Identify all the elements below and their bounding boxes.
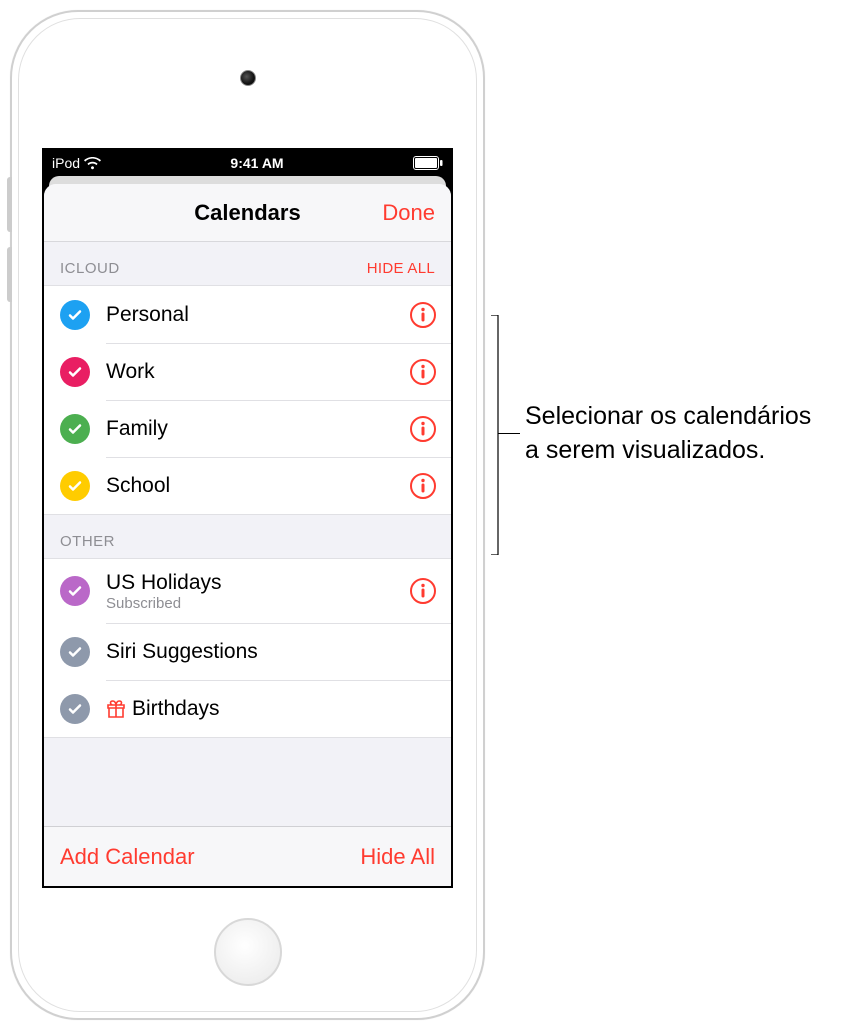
battery-icon [413, 156, 443, 170]
checkmark-badge [60, 414, 90, 444]
bottom-toolbar: Add Calendar Hide All [44, 826, 451, 886]
volume-up-button[interactable] [7, 177, 12, 232]
calendar-label: Siri Suggestions [106, 639, 437, 664]
checkmark-badge [60, 694, 90, 724]
annotation-line1: Selecionar os calendários [525, 400, 811, 434]
calendar-sublabel: Subscribed [106, 595, 409, 612]
status-bar: iPod 9:41 AM [44, 150, 451, 176]
other-section-header: OTHER [44, 515, 451, 558]
hide-all-icloud-button[interactable]: HIDE ALL [367, 260, 435, 277]
home-button[interactable] [214, 918, 282, 986]
calendar-row-siri-suggestions[interactable]: Siri Suggestions [44, 623, 451, 680]
checkmark-badge [60, 576, 90, 606]
info-icon[interactable] [409, 301, 437, 329]
annotation-line2: a serem visualizados. [525, 434, 811, 468]
gift-icon [106, 699, 126, 719]
calendar-row-family[interactable]: Family [44, 400, 451, 457]
checkmark-badge [60, 300, 90, 330]
checkmark-badge [60, 471, 90, 501]
volume-down-button[interactable] [7, 247, 12, 302]
carrier-label: iPod [52, 155, 80, 171]
calendar-label: School [106, 473, 409, 498]
annotation-bracket [490, 315, 520, 555]
checkmark-badge [60, 357, 90, 387]
annotation-connector [498, 433, 520, 434]
calendar-row-birthdays[interactable]: Birthdays [44, 680, 451, 737]
calendar-label: Personal [106, 302, 409, 327]
icloud-section-title: ICLOUD [60, 260, 120, 277]
calendar-row-us-holidays[interactable]: US Holidays Subscribed [44, 559, 451, 623]
front-camera [240, 70, 256, 86]
done-button[interactable]: Done [382, 200, 435, 226]
other-section-title: OTHER [60, 533, 115, 550]
hide-all-button[interactable]: Hide All [360, 844, 435, 870]
calendar-label: US Holidays [106, 570, 409, 595]
calendar-label: Family [106, 416, 409, 441]
icloud-section-header: ICLOUD HIDE ALL [44, 242, 451, 285]
calendar-row-work[interactable]: Work [44, 343, 451, 400]
calendar-row-personal[interactable]: Personal [44, 286, 451, 343]
calendar-label: Birthdays [132, 696, 220, 721]
screen: iPod 9:41 AM Calendars Done ICLOUD HIDE … [42, 148, 453, 888]
calendar-row-school[interactable]: School [44, 457, 451, 514]
calendar-label: Work [106, 359, 409, 384]
sheet-header: Calendars Done [44, 184, 451, 242]
calendars-sheet: Calendars Done ICLOUD HIDE ALL Personal [44, 184, 451, 886]
wifi-icon [84, 157, 101, 170]
device-frame: iPod 9:41 AM Calendars Done ICLOUD HIDE … [10, 10, 485, 1020]
checkmark-badge [60, 637, 90, 667]
info-icon[interactable] [409, 358, 437, 386]
annotation-text: Selecionar os calendários a serem visual… [525, 400, 811, 468]
sheet-title: Calendars [194, 200, 300, 226]
add-calendar-button[interactable]: Add Calendar [60, 844, 195, 870]
info-icon[interactable] [409, 472, 437, 500]
icloud-list: Personal Work [44, 285, 451, 515]
other-list: US Holidays Subscribed Siri Suggestions [44, 558, 451, 738]
info-icon[interactable] [409, 415, 437, 443]
info-icon[interactable] [409, 577, 437, 605]
status-time: 9:41 AM [230, 155, 283, 171]
